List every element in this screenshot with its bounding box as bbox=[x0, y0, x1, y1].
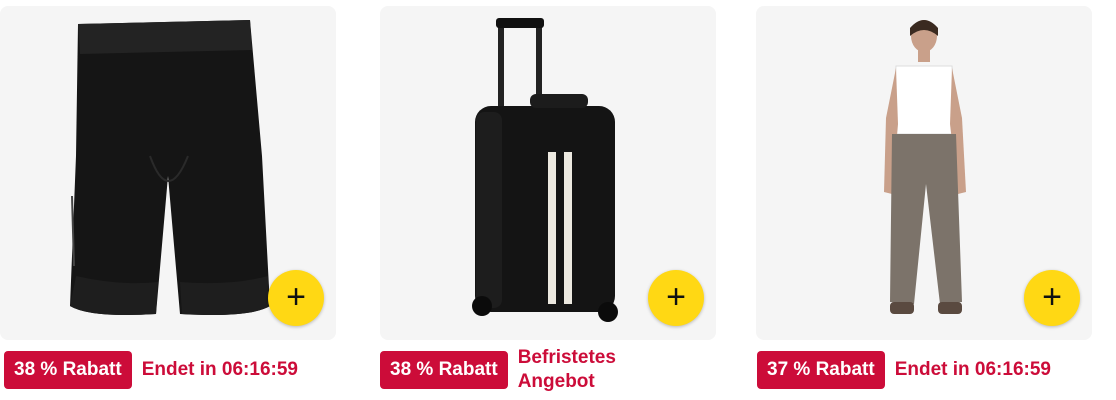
add-to-cart-button[interactable]: + bbox=[1024, 270, 1080, 326]
discount-badge: 37 % Rabatt bbox=[757, 351, 885, 389]
plus-icon: + bbox=[666, 277, 686, 316]
add-to-cart-button[interactable]: + bbox=[268, 270, 324, 326]
add-to-cart-button[interactable]: + bbox=[648, 270, 704, 326]
deal-countdown: Endet in 06:16:59 bbox=[894, 359, 1051, 380]
deal-limited-offer: Befristetes Angebot bbox=[517, 347, 616, 392]
product-grid: + 38 % Rabatt Endet in 06:16:59 + 38 % R… bbox=[0, 0, 1116, 400]
plus-icon: + bbox=[286, 277, 306, 316]
product-card[interactable]: + 37 % Rabatt Endet in 06:16:59 bbox=[753, 0, 1093, 400]
product-image-box[interactable]: + bbox=[380, 6, 716, 340]
discount-badge: 38 % Rabatt bbox=[4, 351, 132, 389]
deal-info: 38 % Rabatt Befristetes Angebot bbox=[380, 347, 648, 392]
deal-info: 37 % Rabatt Endet in 06:16:59 bbox=[757, 348, 1051, 392]
deal-info: 38 % Rabatt Endet in 06:16:59 bbox=[4, 348, 298, 392]
product-image-box[interactable]: + bbox=[0, 6, 336, 340]
product-card[interactable]: + 38 % Rabatt Endet in 06:16:59 bbox=[0, 0, 340, 400]
product-image-box[interactable]: + bbox=[756, 6, 1092, 340]
product-card[interactable]: + 38 % Rabatt Befristetes Angebot bbox=[376, 0, 716, 400]
discount-badge: 38 % Rabatt bbox=[380, 351, 508, 389]
deal-countdown: Endet in 06:16:59 bbox=[141, 359, 298, 380]
plus-icon: + bbox=[1042, 277, 1062, 316]
